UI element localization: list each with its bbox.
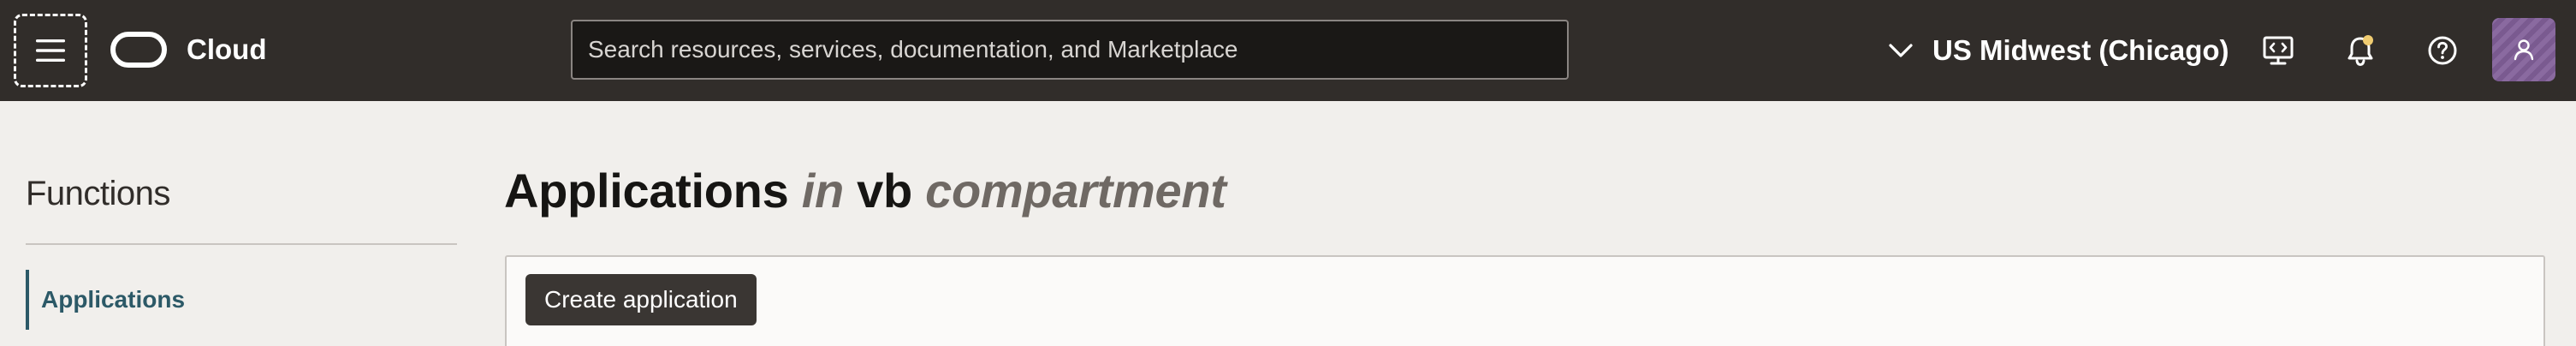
notifications-button[interactable] — [2339, 29, 2382, 72]
page-title-suffix: compartment — [925, 164, 1226, 218]
sidebar-item-label: Applications — [41, 286, 186, 313]
oracle-logo[interactable] — [110, 31, 168, 69]
region-selector[interactable]: US Midwest (Chicago) — [1888, 27, 2229, 74]
hamburger-menu-icon — [36, 39, 65, 62]
user-icon — [2514, 39, 2534, 61]
help-icon — [2428, 36, 2457, 65]
search-input[interactable] — [571, 20, 1569, 80]
page-title-in: in — [801, 164, 844, 218]
bell-icon — [2347, 35, 2373, 67]
sidebar-divider — [26, 243, 457, 245]
help-button[interactable] — [2421, 29, 2464, 72]
cloud-shell-button[interactable] — [2257, 29, 2300, 72]
user-profile-button[interactable] — [2492, 18, 2555, 81]
brand-name: Cloud — [187, 33, 267, 65]
navigation-menu-button[interactable] — [14, 14, 87, 87]
sidebar-item-applications[interactable]: Applications — [26, 270, 457, 330]
page-title: Applications in vb compartment — [504, 163, 1226, 218]
oracle-logo-icon — [110, 32, 167, 68]
top-bar: Cloud US Midwest (Chicago) — [0, 0, 2576, 101]
chevron-down-icon — [1889, 44, 1913, 57]
code-editor-icon — [2263, 36, 2294, 65]
compartment-name: vb — [857, 164, 912, 218]
region-label: US Midwest (Chicago) — [1932, 34, 2229, 66]
applications-panel: Create application — [505, 255, 2545, 346]
create-application-button[interactable]: Create application — [525, 274, 757, 325]
sidebar-title: Functions — [26, 175, 170, 212]
page-title-prefix: Applications — [504, 164, 789, 218]
